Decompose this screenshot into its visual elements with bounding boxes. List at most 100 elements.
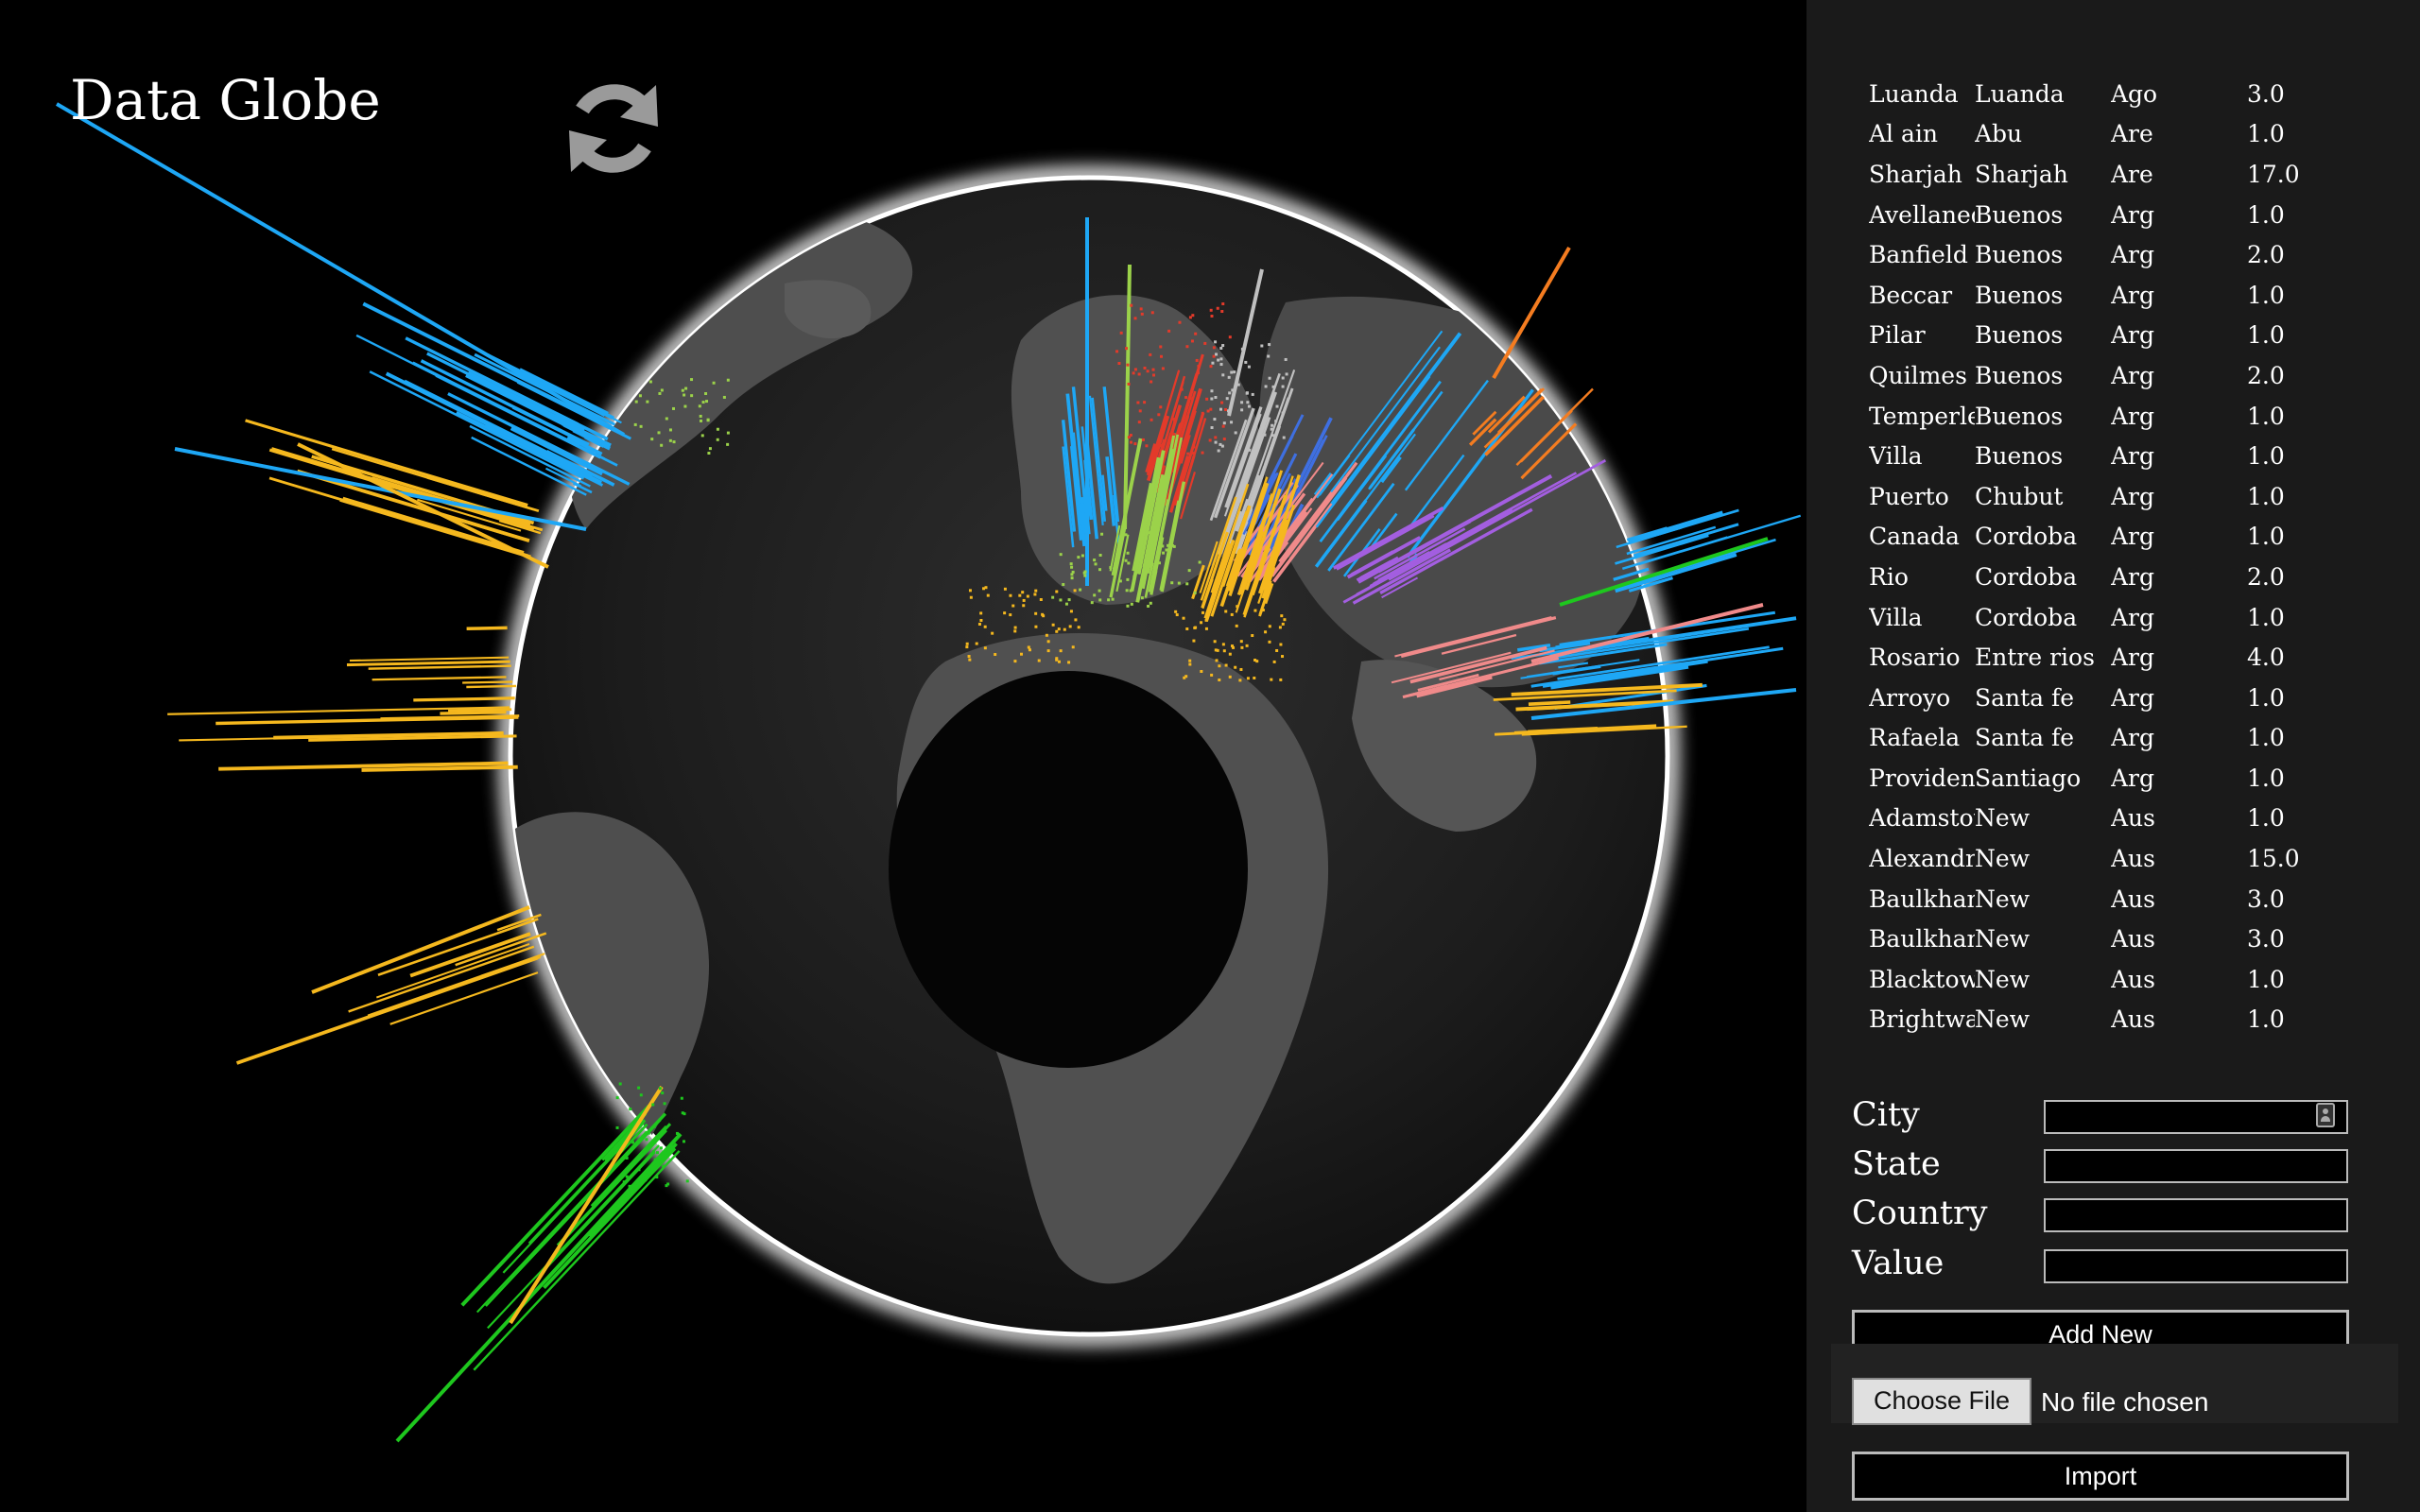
data-dot [1178,320,1182,324]
data-dot [1172,421,1176,424]
globe-canvas[interactable] [0,0,1806,1512]
cell-value: 2.0 [2247,361,2285,389]
data-spike [375,943,530,999]
data-dot [1268,625,1271,628]
cell-value: 1.0 [2247,603,2285,631]
data-dot [1107,598,1111,602]
data-dot [1219,346,1223,350]
data-dot [1191,452,1195,455]
data-spike [1494,731,1523,736]
data-dot [1281,411,1285,415]
data-dot [1045,633,1048,637]
data-dot [1214,340,1218,344]
data-dot [662,1164,666,1168]
data-dot [1159,345,1163,349]
cell-state: Chubut [1975,482,2064,510]
cell-city-text: Banfield [1869,241,1968,269]
data-dot [1210,426,1214,430]
cell-value: 1.0 [2247,120,2285,148]
data-dot [1214,440,1218,444]
cell-value: 3.0 [2247,79,2285,108]
data-dot [1151,368,1155,371]
cell-country: Arg [2111,683,2155,712]
data-dot [1219,407,1222,411]
table-row: Pilar Buenos Arg 1.0 [1869,316,2323,356]
state-label: State [1852,1145,1941,1183]
data-dot [1013,626,1017,629]
data-dot [1264,385,1268,388]
table-row: Quilmes Buenos Arg 2.0 [1869,355,2323,396]
cell-value: 1.0 [2247,764,2285,792]
data-dot [1196,370,1200,374]
cell-state: New [1975,1005,2031,1034]
data-dot [1281,385,1285,388]
data-dot [700,434,704,438]
table-row: AvellanedaBuenos Arg 1.0 [1869,195,2323,235]
cell-state: Sharjah [1975,160,2068,188]
data-dot [1224,610,1228,613]
data-dot [1034,625,1038,628]
data-dot [1285,372,1288,376]
import-button[interactable]: Import [1852,1452,2349,1501]
data-dot [1057,660,1061,663]
data-dot [639,424,643,428]
data-dot [1222,421,1226,425]
data-dot [1037,659,1041,662]
cell-city-text: Avellaneda [1869,200,1975,229]
data-dot [1201,411,1204,415]
data-spike [361,765,518,772]
state-input[interactable] [2044,1149,2348,1183]
data-dot [1200,669,1203,673]
data-dot [1218,679,1221,682]
data-dot [1203,341,1207,345]
data-dot [1137,421,1141,424]
data-dot [1228,652,1232,656]
value-input[interactable] [2044,1249,2348,1283]
cell-state: Santa fe [1975,683,2075,712]
data-dot [1077,556,1080,559]
cell-country: Aus [2111,965,2155,993]
globe-viewport[interactable]: Data Globe [0,0,1806,1512]
cell-city: Alexandria [1869,838,1975,879]
cell-state: New [1975,845,2031,873]
cell-state: Buenos [1975,361,2064,389]
country-input[interactable] [2044,1198,2348,1232]
data-dot [655,1176,659,1179]
cell-city-text: Rosario [1869,644,1961,672]
data-dot [1219,357,1223,361]
data-dot [650,438,654,441]
data-dot [1192,445,1196,449]
data-dot [1222,649,1226,653]
table-row: Banfield Buenos Arg 2.0 [1869,234,2323,275]
data-dot [1201,610,1205,614]
data-dot [1230,370,1234,374]
data-dot [1278,626,1282,629]
data-dot [1071,645,1075,649]
data-dot [1083,574,1087,577]
cell-country: Arg [2111,281,2155,309]
contact-autofill-icon[interactable] [2316,1103,2335,1127]
data-dot [1164,420,1167,423]
data-dot [1125,589,1129,593]
data-dot [660,443,664,447]
refresh-button[interactable] [558,72,671,185]
data-dot [1204,627,1208,630]
data-dot [1046,640,1050,644]
data-dot [1139,558,1143,562]
data-dot [1130,440,1133,444]
cell-country: Arg [2111,603,2155,631]
data-dot [1133,368,1137,371]
data-dot [1188,662,1192,666]
cell-city-text: Pilar [1869,321,1926,350]
table-row: Puerto Chubut Arg 1.0 [1869,476,2323,517]
data-dot [1204,618,1208,622]
data-dot [1003,611,1007,615]
cell-city: Rosario [1869,637,1975,678]
city-input[interactable] [2044,1100,2348,1134]
cell-city-text: Quilmes [1869,361,1967,389]
data-dot [1212,346,1216,350]
choose-file-button[interactable]: Choose File [1852,1378,2031,1425]
data-dot [1185,627,1189,630]
cell-city: Banfield [1869,234,1975,275]
data-dot [1263,433,1267,437]
